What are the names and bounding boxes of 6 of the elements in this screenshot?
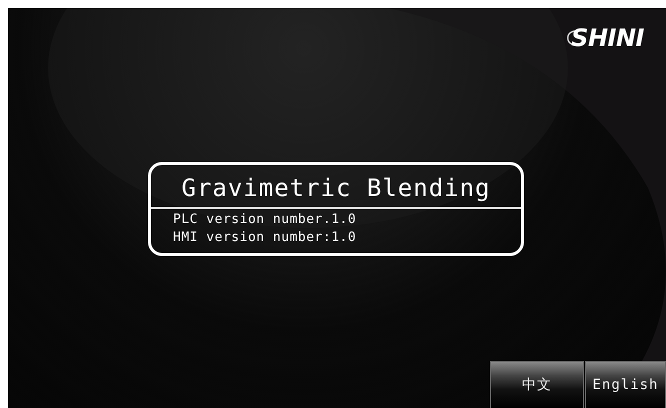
language-button[interactable]: English (585, 361, 666, 408)
app-title: Gravimetric Blending (180, 173, 492, 203)
logo: SHINI (565, 20, 644, 56)
version-text: HMI version number:1.0 (173, 229, 358, 247)
version-text: PLC version number.1.0 (173, 211, 358, 229)
language-button[interactable]: 中文 (490, 361, 584, 408)
